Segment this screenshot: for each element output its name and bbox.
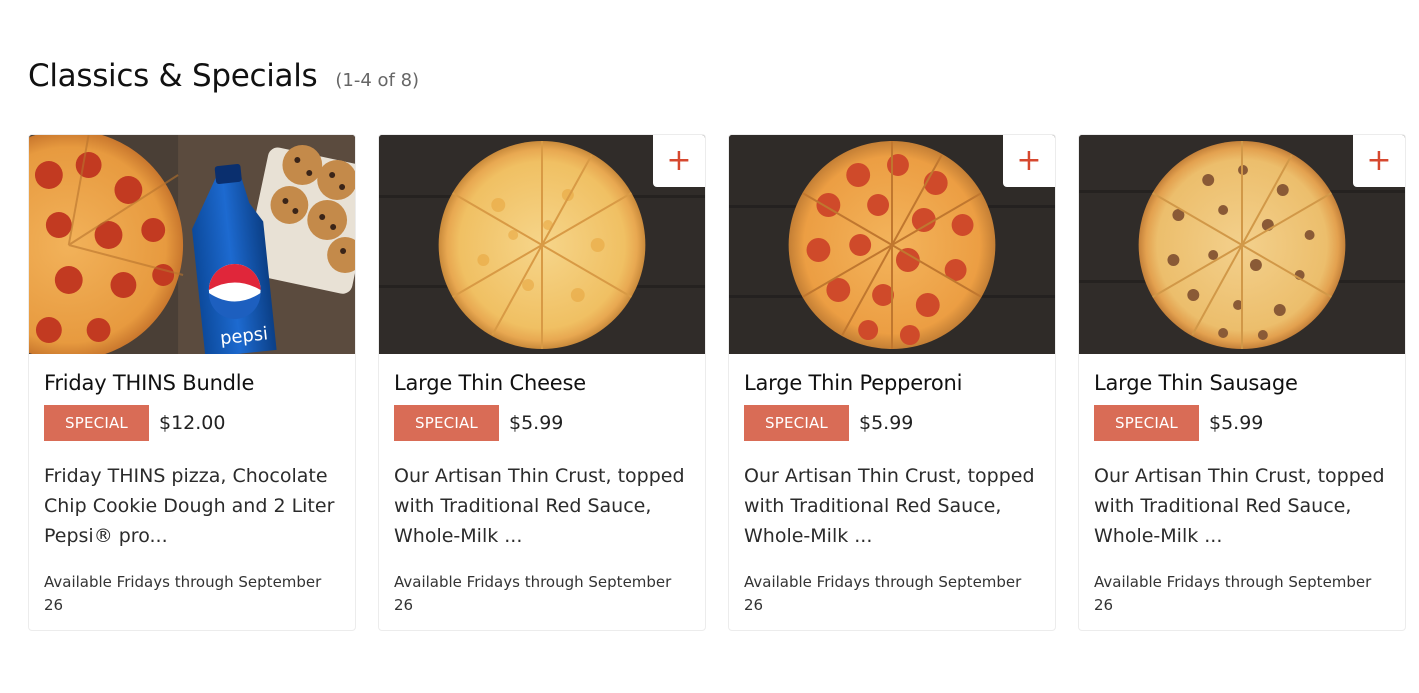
- product-card-large-thin-sausage[interactable]: + Large Thin Sausage SPECIAL $5.99 Our A…: [1078, 134, 1406, 631]
- product-card-large-thin-cheese[interactable]: + Large Thin Cheese SPECIAL $5.99 Our Ar…: [378, 134, 706, 631]
- product-description: Friday THINS pizza, Chocolate Chip Cooki…: [44, 465, 335, 547]
- special-badge: SPECIAL: [744, 405, 849, 441]
- price-row: SPECIAL $5.99: [1094, 405, 1390, 441]
- add-to-cart-button[interactable]: +: [653, 135, 705, 187]
- card-body: Large Thin Sausage SPECIAL $5.99 Our Art…: [1079, 354, 1405, 617]
- product-card-large-thin-pepperoni[interactable]: + Large Thin Pepperoni SPECIAL $5.99 Our…: [728, 134, 1056, 631]
- add-to-cart-button[interactable]: +: [1353, 135, 1405, 187]
- product-card-list: pepsi Friday THINS Bundle SPECIAL $12.00…: [28, 134, 1406, 631]
- product-price: $12.00: [159, 412, 226, 434]
- product-card-friday-thins-bundle[interactable]: pepsi Friday THINS Bundle SPECIAL $12.00…: [28, 134, 356, 631]
- availability-note: Available Fridays through September 26: [1094, 573, 1372, 614]
- card-body: Friday THINS Bundle SPECIAL $12.00 Frida…: [29, 354, 355, 617]
- product-image[interactable]: +: [379, 135, 705, 354]
- special-badge: SPECIAL: [44, 405, 149, 441]
- product-description: Our Artisan Thin Crust, topped with Trad…: [1094, 465, 1385, 547]
- product-price: $5.99: [1209, 412, 1264, 434]
- price-row: SPECIAL $5.99: [744, 405, 1040, 441]
- plus-icon: +: [1366, 143, 1392, 178]
- product-image[interactable]: pepsi: [29, 135, 355, 354]
- product-title[interactable]: Large Thin Cheese: [394, 368, 690, 402]
- product-price: $5.99: [859, 412, 914, 434]
- card-body: Large Thin Pepperoni SPECIAL $5.99 Our A…: [729, 354, 1055, 617]
- availability-note: Available Fridays through September 26: [394, 573, 672, 614]
- product-image[interactable]: +: [729, 135, 1055, 354]
- product-title[interactable]: Friday THINS Bundle: [44, 368, 340, 402]
- bundle-image-graphic: pepsi: [29, 135, 355, 354]
- plus-icon: +: [666, 143, 692, 178]
- availability-note: Available Fridays through September 26: [744, 573, 1022, 614]
- result-count: (1-4 of 8): [335, 70, 420, 91]
- special-badge: SPECIAL: [394, 405, 499, 441]
- plus-icon: +: [1016, 143, 1042, 178]
- section-header: Classics & Specials (1-4 of 8): [28, 58, 1408, 102]
- price-row: SPECIAL $5.99: [394, 405, 690, 441]
- product-title[interactable]: Large Thin Pepperoni: [744, 368, 1040, 402]
- product-image[interactable]: +: [1079, 135, 1405, 354]
- product-title[interactable]: Large Thin Sausage: [1094, 368, 1390, 402]
- price-row: SPECIAL $12.00: [44, 405, 340, 441]
- product-description: Our Artisan Thin Crust, topped with Trad…: [744, 465, 1035, 547]
- product-description: Our Artisan Thin Crust, topped with Trad…: [394, 465, 685, 547]
- special-badge: SPECIAL: [1094, 405, 1199, 441]
- product-price: $5.99: [509, 412, 564, 434]
- card-body: Large Thin Cheese SPECIAL $5.99 Our Arti…: [379, 354, 705, 617]
- classics-specials-section: Classics & Specials (1-4 of 8) pepsi Fri…: [28, 58, 1408, 631]
- section-title: Classics & Specials: [28, 58, 318, 94]
- add-to-cart-button[interactable]: +: [1003, 135, 1055, 187]
- availability-note: Available Fridays through September 26: [44, 573, 322, 614]
